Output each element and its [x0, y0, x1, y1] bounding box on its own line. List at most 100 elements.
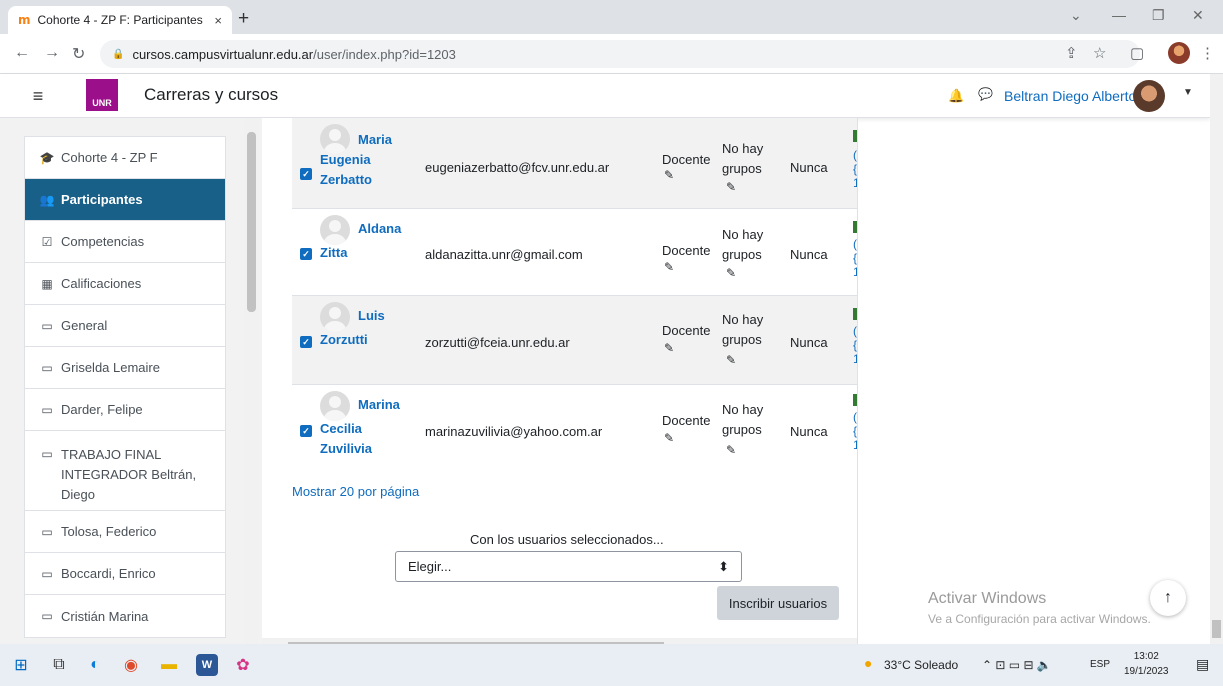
edit-groups-pencil-icon[interactable]: ✎ — [726, 266, 736, 280]
drawer-item-trabajo-final[interactable]: ▭ TRABAJO FINAL INTEGRADOR Beltrán, Diego — [25, 431, 225, 511]
drawer-item-label: Calificaciones — [61, 276, 142, 291]
status-badge — [853, 130, 857, 142]
site-name[interactable]: Carreras y cursos — [144, 85, 278, 105]
page-scrollbar-thumb[interactable] — [1212, 620, 1221, 638]
new-tab-button[interactable]: + — [238, 8, 249, 30]
system-tray-icons[interactable]: ⌃ ⊡ ▭ ⊟ 🔈 — [982, 658, 1052, 672]
share-icon[interactable]: ⇪ — [1065, 44, 1078, 62]
groups-line: No hay — [722, 227, 764, 242]
restore-icon[interactable]: ❐ — [1152, 7, 1165, 24]
role-cell: Docente — [662, 323, 711, 338]
participant-name-link[interactable]: Maria Eugenia Zerbatto — [320, 130, 392, 190]
word-icon[interactable]: W — [196, 654, 218, 676]
messages-icon[interactable]: 💬 — [978, 87, 993, 101]
edit-groups-pencil-icon[interactable]: ✎ — [726, 180, 736, 194]
edit-groups-pencil-icon[interactable]: ✎ — [726, 353, 736, 367]
drawer-scrollbar-thumb[interactable] — [247, 132, 256, 312]
chrome-icon[interactable]: ◉ — [120, 654, 142, 676]
drawer-item-label: Boccardi, Enrico — [61, 566, 156, 581]
paint-icon[interactable]: ✿ — [232, 654, 254, 676]
weather-sun-icon: ● — [864, 655, 873, 671]
edit-groups-pencil-icon[interactable]: ✎ — [726, 443, 736, 457]
drawer-item-griselda[interactable]: ▭ Griselda Lemaire — [25, 347, 225, 389]
drawer-item-label: Darder, Felipe — [61, 402, 143, 417]
name-line: Zerbatto — [320, 172, 372, 187]
enroll-users-button[interactable]: Inscribir usuarios — [717, 586, 839, 620]
back-icon[interactable]: ← — [14, 44, 30, 62]
drawer-item-tolosa[interactable]: ▭ Tolosa, Federico — [25, 511, 225, 553]
tab-search-icon[interactable]: ⌄ — [1070, 7, 1082, 24]
task-view-icon[interactable]: ⧉ — [48, 654, 70, 676]
notifications-bell-icon[interactable]: 🔔 — [948, 88, 964, 104]
drawer-item-label: Cristián Marina — [61, 608, 149, 624]
bookmark-star-icon[interactable]: ☆ — [1093, 44, 1106, 62]
browser-menu-icon[interactable]: ⋮ — [1200, 44, 1215, 62]
notification-center-icon[interactable]: ▤ — [1196, 656, 1209, 673]
edit-role-pencil-icon[interactable]: ✎ — [664, 260, 674, 274]
graduation-cap-icon: 🎓 — [39, 150, 55, 165]
table-icon: ▦ — [41, 276, 53, 291]
bulk-action-select[interactable]: Elegir... ⬍ — [395, 551, 742, 582]
groups-cell: No hay grupos — [722, 400, 763, 440]
user-avatar[interactable] — [1133, 80, 1165, 112]
weather-text[interactable]: 33°C Soleado — [884, 658, 958, 672]
edge-icon[interactable]: ◐ — [84, 654, 106, 676]
row-checkbox[interactable]: ✓ — [300, 336, 312, 348]
groups-line: No hay — [722, 312, 764, 327]
drawer-toggle-icon[interactable]: ≡ — [18, 85, 58, 107]
user-name[interactable]: Beltran Diego Alberto — [1004, 88, 1136, 104]
browser-profile-avatar[interactable] — [1168, 42, 1190, 64]
groups-line: No hay — [722, 402, 764, 417]
participant-name-link[interactable]: Marina Cecilia Zuvilivia — [320, 395, 400, 459]
row-checkbox[interactable]: ✓ — [300, 425, 312, 437]
window-close-icon[interactable]: ✕ — [1192, 7, 1204, 24]
input-language[interactable]: ESP — [1090, 659, 1110, 670]
site-navbar: ≡ UNR Carreras y cursos 🔔 💬 Beltran Dieg… — [0, 74, 1210, 118]
drawer-item-cristian[interactable]: ▭ Cristián Marina — [25, 595, 225, 637]
drawer-item-boccardi[interactable]: ▭ Boccardi, Enrico — [25, 553, 225, 595]
drawer-item-competencies[interactable]: ☑ Competencias — [25, 221, 225, 263]
participant-name-link[interactable]: Aldana Zitta — [320, 219, 401, 263]
url-bar[interactable]: 🔒 cursos.campusvirtualunr.edu.ar/user/in… — [100, 40, 1140, 68]
name-line: Cecilia — [320, 421, 362, 436]
forward-icon[interactable]: → — [44, 44, 60, 62]
back-to-top-button[interactable]: ↑ — [1150, 580, 1186, 616]
participant-name-link[interactable]: Luis Zorzutti — [320, 306, 385, 350]
drawer-item-darder[interactable]: ▭ Darder, Felipe — [25, 389, 225, 431]
users-icon: 👥 — [39, 192, 55, 207]
with-selected-label: Con los usuarios seleccionados... — [470, 532, 664, 547]
drawer-item-participants[interactable]: 👥 Participantes — [25, 179, 225, 221]
tab-close-icon[interactable]: × — [214, 13, 222, 28]
edit-role-pencil-icon[interactable]: ✎ — [664, 168, 674, 182]
url-path: /user/index.php?id=1203 — [313, 46, 456, 62]
folder-icon: ▭ — [41, 609, 53, 623]
role-cell: Docente — [662, 413, 711, 428]
reload-icon[interactable]: ↻ — [72, 44, 85, 64]
activate-windows-title: Activar Windows — [928, 590, 1047, 607]
side-panel-icon[interactable]: ▢ — [1130, 44, 1144, 62]
show-per-page-link[interactable]: Mostrar 20 por página — [292, 484, 419, 499]
drawer-item-course[interactable]: 🎓 Cohorte 4 - ZP F — [25, 137, 225, 179]
page-scrollbar[interactable] — [1210, 74, 1223, 644]
file-explorer-icon[interactable]: ▬ — [158, 654, 180, 676]
name-line: Zuvilivia — [320, 441, 373, 456]
groups-cell: No hay grupos — [722, 225, 763, 265]
drawer-item-grades[interactable]: ▦ Calificaciones — [25, 263, 225, 305]
taskbar-clock[interactable]: 13:02 19/1/2023 — [1124, 649, 1169, 679]
status-cell-clipped: ({1 — [853, 324, 858, 366]
drawer-menu: 🎓 Cohorte 4 - ZP F 👥 Participantes ☑ Compet… — [24, 136, 226, 638]
windows-taskbar: ⊞ ⧉ ◐ ◉ ▬ W ✿ ● 33°C Soleado ⌃ ⊡ ▭ ⊟ 🔈 E… — [0, 644, 1223, 686]
edit-role-pencil-icon[interactable]: ✎ — [664, 431, 674, 445]
windows-start-icon[interactable]: ⊞ — [10, 654, 32, 676]
edit-role-pencil-icon[interactable]: ✎ — [664, 341, 674, 355]
minimize-icon[interactable]: — — [1112, 7, 1126, 23]
row-checkbox[interactable]: ✓ — [300, 248, 312, 260]
row-checkbox[interactable]: ✓ — [300, 168, 312, 180]
address-toolbar: ← → ↻ 🔒 cursos.campusvirtualunr.edu.ar/u… — [0, 34, 1223, 74]
drawer-item-general[interactable]: ▭ General — [25, 305, 225, 347]
browser-tab[interactable]: m Cohorte 4 - ZP F: Participantes × — [8, 6, 232, 34]
groups-line: No hay — [722, 141, 764, 156]
user-menu-caret-icon[interactable]: ▼ — [1183, 87, 1193, 98]
groups-cell: No hay grupos — [722, 310, 763, 350]
site-logo[interactable]: UNR — [86, 79, 118, 111]
